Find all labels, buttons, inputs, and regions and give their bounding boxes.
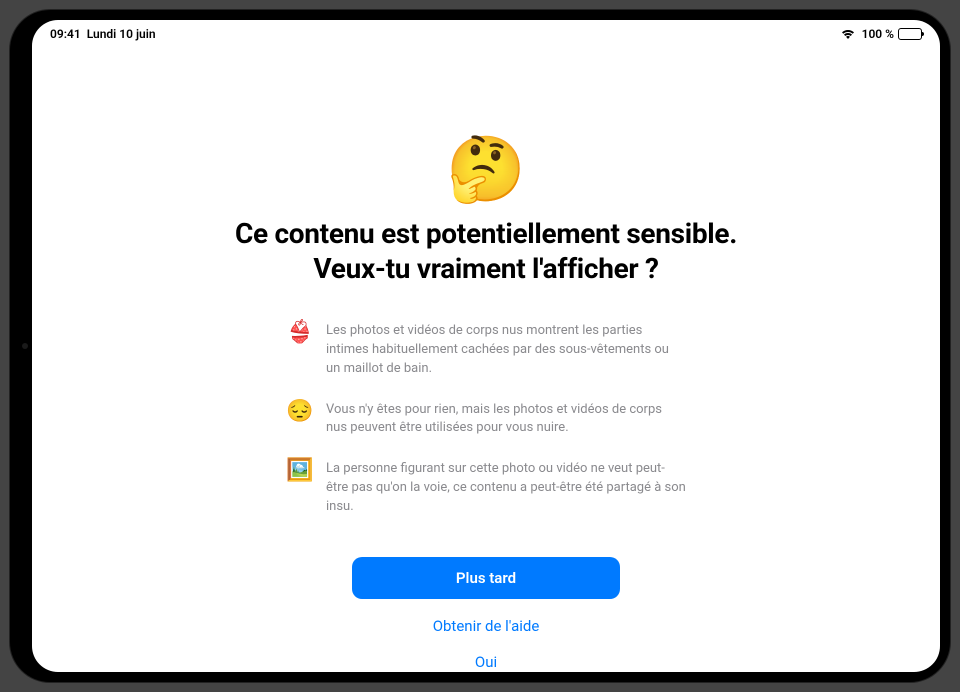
swimsuit-icon: 👙 <box>286 322 312 344</box>
bullet-text: La personne figurant sur cette photo ou … <box>326 460 686 517</box>
device-frame: 09:41 Lundi 10 juin 100 % 🤔 Ce <box>10 10 950 682</box>
bullet-item: 😔 Vous n'y êtes pour rien, mais les phot… <box>286 401 686 439</box>
battery-status: 100 % <box>862 27 922 41</box>
screen: 09:41 Lundi 10 juin 100 % 🤔 Ce <box>32 20 940 672</box>
wifi-icon <box>840 28 856 40</box>
yes-button[interactable]: Oui <box>475 653 497 671</box>
button-group: Plus tard Obtenir de l'aide Oui <box>352 557 620 671</box>
get-help-button[interactable]: Obtenir de l'aide <box>433 617 540 635</box>
status-date: Lundi 10 juin <box>87 27 156 41</box>
content-warning-dialog: 🤔 Ce contenu est potentiellement sensibl… <box>32 20 940 672</box>
bullet-item: 🖼️ La personne figurant sur cette photo … <box>286 460 686 517</box>
bullet-item: 👙 Les photos et vidéos de corps nus mont… <box>286 322 686 379</box>
bullet-text: Les photos et vidéos de corps nus montre… <box>326 322 686 379</box>
status-right: 100 % <box>840 27 922 41</box>
battery-label: 100 % <box>862 27 894 41</box>
thinking-face-icon: 🤔 <box>446 138 526 202</box>
status-time: 09:41 <box>50 27 81 41</box>
bullet-text: Vous n'y êtes pour rien, mais les photos… <box>326 401 686 439</box>
battery-icon <box>898 28 922 40</box>
pensive-face-icon: 😔 <box>286 401 312 423</box>
status-left: 09:41 Lundi 10 juin <box>50 27 156 41</box>
later-button[interactable]: Plus tard <box>352 557 620 599</box>
dialog-title: Ce contenu est potentiellement sensible.… <box>235 216 737 286</box>
camera-dot <box>22 343 28 349</box>
framed-picture-icon: 🖼️ <box>286 460 312 482</box>
bullet-list: 👙 Les photos et vidéos de corps nus mont… <box>286 322 686 517</box>
status-bar: 09:41 Lundi 10 juin 100 % <box>32 20 940 44</box>
